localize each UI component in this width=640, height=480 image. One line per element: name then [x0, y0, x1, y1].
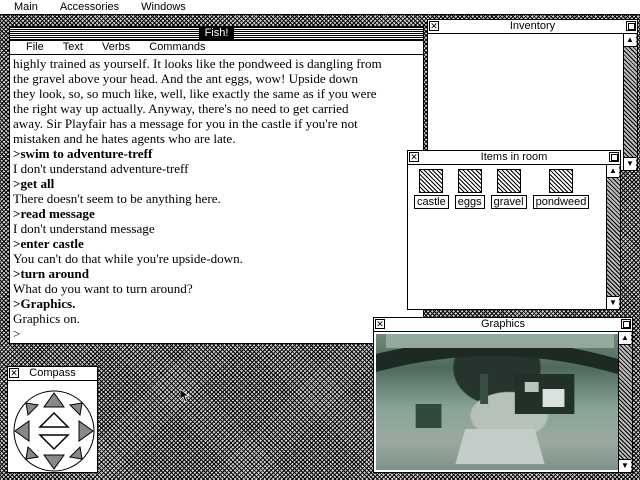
inventory-window-title: Inventory — [503, 20, 562, 33]
menu-text[interactable]: Text — [47, 41, 83, 53]
compass-rose — [13, 390, 95, 472]
items-window-title: Items in room — [474, 151, 554, 164]
graphics-fullsize-icon[interactable] — [621, 319, 631, 329]
items-close-icon[interactable]: ✕ — [409, 152, 419, 162]
graphics-scrollbar[interactable]: ▲ ▼ — [618, 332, 632, 472]
room-item-label: eggs — [454, 195, 485, 209]
room-item[interactable]: eggs — [454, 169, 485, 209]
pondweed-icon[interactable] — [548, 169, 573, 193]
inventory-scroll-up-icon[interactable]: ▲ — [624, 34, 636, 47]
items-scroll-down-icon[interactable]: ▼ — [607, 296, 619, 309]
room-item[interactable]: castle — [414, 169, 449, 209]
room-items-list: castle eggs gravel pondweed — [414, 169, 590, 209]
inventory-scroll-down-icon[interactable]: ▼ — [624, 157, 636, 170]
menu-windows[interactable]: Windows — [127, 0, 194, 14]
room-item-label: castle — [414, 195, 449, 209]
fish-window-title: Fish! — [198, 27, 235, 40]
game-response-line: I don't understand adventure-treff — [13, 161, 189, 176]
game-transcript[interactable]: highly trained as yourself. It looks lik… — [13, 56, 415, 339]
graphics-window: ✕ Graphics ▲ ▼ — [373, 317, 633, 473]
items-in-room-window: ✕ Items in room castle eggs gravel pondw… — [407, 150, 621, 310]
inventory-window: ✕ Inventory ▲ ▼ — [427, 19, 638, 171]
desktop-menubar: Main Accessories Windows — [0, 0, 640, 15]
menu-accessories[interactable]: Accessories — [46, 0, 127, 14]
room-item-label: gravel — [490, 195, 527, 209]
room-item-label: pondweed — [532, 195, 590, 209]
menu-commands[interactable]: Commands — [133, 41, 205, 53]
game-response-line: > — [13, 326, 21, 339]
graphics-scroll-up-icon[interactable]: ▲ — [619, 332, 631, 345]
compass-close-icon[interactable]: ✕ — [9, 368, 19, 378]
game-response-line: There doesn't seem to be anything here. — [13, 191, 221, 206]
items-fullsize-icon[interactable] — [609, 152, 619, 162]
menu-file[interactable]: File — [10, 41, 44, 53]
items-scroll-up-icon[interactable]: ▲ — [607, 165, 619, 178]
items-window-titlebar[interactable]: ✕ Items in room — [408, 151, 620, 165]
inventory-fullsize-icon[interactable] — [626, 21, 636, 31]
game-response-line: What do you want to turn around? — [13, 281, 193, 296]
menu-verbs[interactable]: Verbs — [86, 41, 130, 53]
player-command-line: >Graphics. — [13, 296, 76, 311]
game-response-line: they look, so, so much like, well, like … — [13, 86, 377, 101]
inventory-scrollbar[interactable]: ▲ ▼ — [623, 34, 637, 170]
scene-picture — [376, 334, 618, 470]
castle-icon[interactable] — [419, 169, 444, 193]
menu-main[interactable]: Main — [0, 0, 46, 14]
eggs-icon[interactable] — [457, 169, 482, 193]
game-response-line: highly trained as yourself. It looks lik… — [13, 56, 382, 71]
graphics-scroll-down-icon[interactable]: ▼ — [619, 459, 631, 472]
mouse-pointer-icon — [180, 389, 190, 403]
compass-window-title: Compass — [23, 367, 82, 380]
gravel-icon[interactable] — [496, 169, 521, 193]
player-command-line: >swim to adventure-treff — [13, 146, 153, 161]
room-item[interactable]: gravel — [490, 169, 527, 209]
game-response-line: the right way up actually. Anyway, there… — [13, 101, 349, 116]
fish-window: Fish! File Text Verbs Commands highly tr… — [9, 26, 424, 344]
compass-window-titlebar[interactable]: ✕ Compass — [8, 367, 97, 381]
game-response-line: Graphics on. — [13, 311, 80, 326]
room-item[interactable]: pondweed — [532, 169, 590, 209]
compass-window: ✕ Compass — [7, 366, 98, 473]
items-scrollbar[interactable]: ▲ ▼ — [606, 165, 620, 309]
fish-window-menubar: File Text Verbs Commands — [10, 40, 423, 55]
player-command-line: >turn around — [13, 266, 89, 281]
game-response-line: away. Sir Playfair has a message for you… — [13, 116, 358, 131]
game-response-line: the gravel above your head. And the ant … — [13, 71, 359, 86]
player-command-line: >read message — [13, 206, 95, 221]
game-response-line: You can't do that while you're upside-do… — [13, 251, 243, 266]
graphics-close-icon[interactable]: ✕ — [375, 319, 385, 329]
graphics-window-title: Graphics — [474, 318, 532, 331]
graphics-window-titlebar[interactable]: ✕ Graphics — [374, 318, 632, 332]
inventory-window-titlebar[interactable]: ✕ Inventory — [428, 20, 637, 34]
inventory-close-icon[interactable]: ✕ — [429, 21, 439, 31]
scene-artwork — [376, 334, 618, 464]
fish-window-titlebar[interactable]: Fish! — [10, 27, 423, 41]
player-command-line: >get all — [13, 176, 55, 191]
player-command-line: >enter castle — [13, 236, 84, 251]
game-response-line: I don't understand message — [13, 221, 155, 236]
game-response-line: mistaken and he hates agents who are lat… — [13, 131, 236, 146]
